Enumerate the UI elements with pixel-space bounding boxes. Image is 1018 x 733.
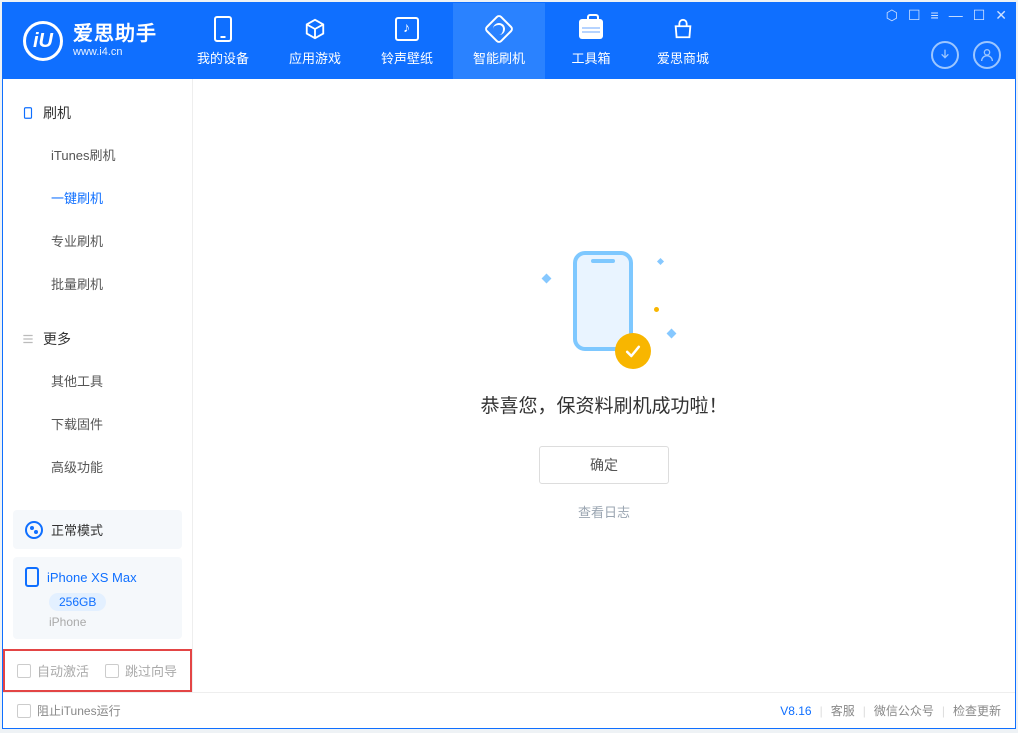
tab-smart-flash[interactable]: 智能刷机 [453,3,545,79]
nav-header-flash: 刷机 [3,93,192,133]
nav-section-flash: 刷机 iTunes刷机 一键刷机 专业刷机 批量刷机 [3,79,192,305]
tab-shop[interactable]: 爱思商城 [637,3,729,79]
nav-item-batch-flash[interactable]: 批量刷机 [3,262,192,305]
options-row: 自动激活 跳过向导 [3,649,192,692]
sidebar: 刷机 iTunes刷机 一键刷机 专业刷机 批量刷机 更多 其他工具 下载固件 … [3,79,193,692]
confirm-button[interactable]: 确定 [539,446,669,484]
device-name: iPhone XS Max [47,570,137,585]
nav-item-other-tools[interactable]: 其他工具 [3,359,192,402]
device-panel: 正常模式 iPhone XS Max 256GB iPhone [3,500,192,649]
main-content: 恭喜您，保资料刷机成功啦！ 确定 查看日志 [193,79,1015,692]
checkbox-box [17,664,31,678]
app-title: 爱思助手 [73,22,157,46]
footer: 阻止iTunes运行 V8.16 | 客服 | 微信公众号 | 检查更新 [3,692,1015,728]
checkbox-box [17,704,31,718]
nav-header-more: 更多 [3,319,192,359]
lock-icon[interactable]: ☐ [908,7,921,24]
device-storage-badge: 256GB [49,593,106,611]
maximize-button[interactable]: ☐ [973,7,986,24]
footer-link-update[interactable]: 检查更新 [953,702,1001,719]
music-icon [394,16,420,42]
version-label: V8.16 [780,704,811,718]
tab-label: 工具箱 [571,48,610,67]
header-right-buttons [931,41,1001,69]
app-subtitle: www.i4.cn [73,46,157,59]
logo-text: 爱思助手 www.i4.cn [73,22,157,59]
sparkle-icon [667,328,677,338]
tab-toolbox[interactable]: 工具箱 [545,3,637,79]
titlebar-controls: ⬡ ☐ ≡ — ☐ ✕ [886,7,1007,24]
app-window: iU 爱思助手 www.i4.cn 我的设备 应用游戏 铃声壁纸 [2,2,1016,729]
phone-icon [25,567,39,587]
nav-section-more: 更多 其他工具 下载固件 高级功能 [3,305,192,488]
nav-item-itunes-flash[interactable]: iTunes刷机 [3,133,192,176]
check-circle-icon [615,333,651,369]
checkbox-block-itunes[interactable]: 阻止iTunes运行 [17,702,121,719]
menu-icon[interactable]: ≡ [931,7,939,24]
cube-icon [302,16,328,42]
success-message: 恭喜您，保资料刷机成功啦！ [480,391,727,418]
nav-item-onekey-flash[interactable]: 一键刷机 [3,176,192,219]
close-button[interactable]: ✕ [995,7,1007,24]
minimize-button[interactable]: — [949,7,963,24]
checkbox-box [105,664,119,678]
success-illustration [529,251,679,361]
device-icon [21,106,35,120]
dot-icon [654,307,659,312]
nav-item-pro-flash[interactable]: 专业刷机 [3,219,192,262]
divider: | [942,704,945,718]
sparkle-icon [542,273,552,283]
view-log-link[interactable]: 查看日志 [578,502,630,521]
sparkle-icon [657,257,664,264]
divider: | [820,704,823,718]
checkbox-label: 阻止iTunes运行 [37,702,121,719]
divider: | [863,704,866,718]
tab-my-device[interactable]: 我的设备 [177,3,269,79]
device-type: iPhone [49,615,170,629]
tab-ringtone-wallpaper[interactable]: 铃声壁纸 [361,3,453,79]
phone-icon [210,16,236,42]
header: iU 爱思助手 www.i4.cn 我的设备 应用游戏 铃声壁纸 [3,3,1015,79]
refresh-icon [486,16,512,42]
checkbox-auto-activate[interactable]: 自动激活 [17,661,89,680]
mode-label: 正常模式 [51,520,103,539]
main-tabs: 我的设备 应用游戏 铃声壁纸 智能刷机 工具箱 [177,3,729,79]
tab-label: 铃声壁纸 [381,48,433,67]
tab-label: 应用游戏 [289,48,341,67]
user-button[interactable] [973,41,1001,69]
footer-link-wechat[interactable]: 微信公众号 [874,702,934,719]
tshirt-icon[interactable]: ⬡ [886,7,898,24]
nav-header-label: 刷机 [43,103,71,123]
download-button[interactable] [931,41,959,69]
shop-icon [670,16,696,42]
device-box[interactable]: iPhone XS Max 256GB iPhone [13,557,182,639]
toolbox-icon [578,16,604,42]
tab-label: 我的设备 [197,48,249,67]
footer-link-support[interactable]: 客服 [831,702,855,719]
footer-right: V8.16 | 客服 | 微信公众号 | 检查更新 [780,702,1001,719]
tab-label: 爱思商城 [657,48,709,67]
nav-item-advanced[interactable]: 高级功能 [3,445,192,488]
logo: iU 爱思助手 www.i4.cn [3,3,177,79]
nav-header-label: 更多 [43,329,71,349]
checkbox-skip-wizard[interactable]: 跳过向导 [105,661,177,680]
nav-item-download-firmware[interactable]: 下载固件 [3,402,192,445]
list-icon [21,332,35,346]
checkbox-label: 自动激活 [37,661,89,680]
mode-box[interactable]: 正常模式 [13,510,182,549]
checkbox-label: 跳过向导 [125,661,177,680]
body: 刷机 iTunes刷机 一键刷机 专业刷机 批量刷机 更多 其他工具 下载固件 … [3,79,1015,692]
mode-icon [25,521,43,539]
tab-label: 智能刷机 [473,48,525,67]
tab-apps-games[interactable]: 应用游戏 [269,3,361,79]
logo-icon: iU [23,21,63,61]
